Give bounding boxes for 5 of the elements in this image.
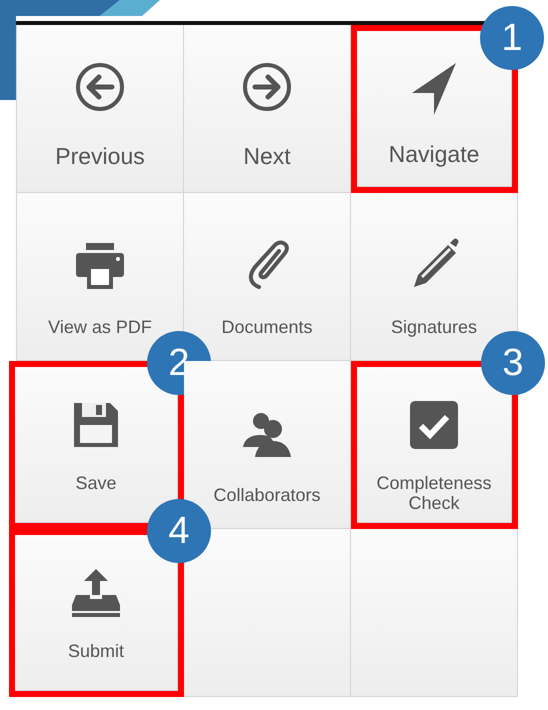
toolbar-button[interactable]: Next <box>184 25 351 193</box>
step-number: 1 <box>480 6 544 70</box>
toolbar-button[interactable]: Collaborators <box>184 361 351 529</box>
step-number: 3 <box>481 331 545 395</box>
toolbar-button[interactable]: Previous <box>17 25 184 193</box>
